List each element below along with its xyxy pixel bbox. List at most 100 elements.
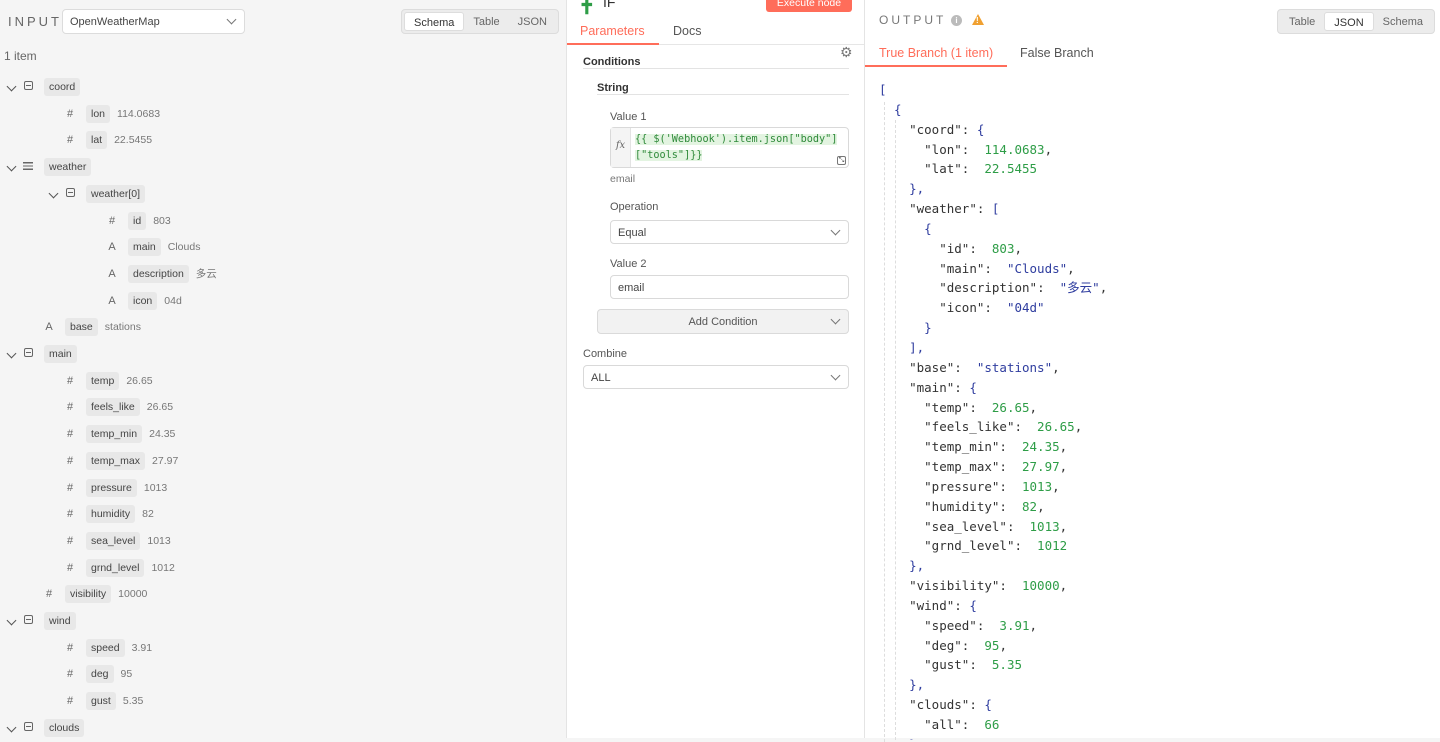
expand-toggle[interactable] xyxy=(6,722,22,734)
schema-key[interactable]: gust xyxy=(86,692,116,711)
schema-key[interactable]: temp xyxy=(86,371,120,390)
combine-label: Combine xyxy=(583,348,628,360)
schema-value: 1013 xyxy=(143,481,168,494)
schema-key[interactable]: coord xyxy=(44,78,81,96)
schema-row: Aicon 04d xyxy=(92,291,182,311)
combine-select[interactable]: ALL xyxy=(583,365,849,389)
schema-key[interactable]: pressure xyxy=(86,478,137,497)
schema-key[interactable]: description xyxy=(128,264,189,283)
info-icon[interactable]: i xyxy=(951,15,962,26)
json-line: "sea_level": 1013, xyxy=(924,518,1068,534)
node-parameters-panel: ╋ IF Execute node Parameters Docs ⚙ Cond… xyxy=(566,0,865,738)
expand-editor-icon[interactable]: ⤡ xyxy=(837,156,846,165)
input-view-schema[interactable]: Schema xyxy=(404,12,465,31)
schema-row[interactable]: coord xyxy=(6,77,81,97)
json-line: "feels_like": 26.65, xyxy=(924,419,1083,435)
schema-row: # temp_max 27.97 xyxy=(50,451,178,471)
schema-row[interactable]: weather[0] xyxy=(48,184,146,204)
schema-key[interactable]: temp_max xyxy=(86,451,146,470)
schema-key[interactable]: deg xyxy=(86,665,114,684)
chevron-down-icon[interactable] xyxy=(48,188,59,199)
chevron-down-icon[interactable] xyxy=(6,722,17,733)
schema-key[interactable]: visibility xyxy=(65,585,112,604)
value1-label: Value 1 xyxy=(610,111,647,123)
schema-key[interactable]: sea_level xyxy=(86,531,141,550)
schema-key[interactable]: clouds xyxy=(44,718,85,737)
schema-key[interactable]: base xyxy=(65,318,98,337)
output-view-table[interactable]: Table xyxy=(1280,12,1324,31)
schema-key[interactable]: weather xyxy=(44,158,92,177)
schema-row: # humidity 82 xyxy=(50,504,154,524)
schema-row[interactable]: wind xyxy=(6,611,76,631)
json-line: "main": "Clouds", xyxy=(939,260,1075,276)
active-tab-indicator xyxy=(567,43,659,45)
json-line: "coord": { xyxy=(909,121,985,137)
json-line: "speed": 3.91, xyxy=(924,617,1038,633)
warning-icon[interactable]: ! xyxy=(972,14,984,25)
value1-expression[interactable]: {{ $('Webhook').item.json["body"] ["tools… xyxy=(635,132,843,164)
schema-value: 1013 xyxy=(147,534,171,547)
add-condition-button[interactable]: Add Condition xyxy=(597,309,849,334)
json-line: "humidity": 82, xyxy=(924,498,1045,514)
value1-expression-field[interactable]: fx {{ $('Webhook').item.json["body"] ["to… xyxy=(610,127,849,168)
value1-hint: email xyxy=(610,173,636,185)
schema-key[interactable]: humidity xyxy=(86,505,136,524)
tab-parameters[interactable]: Parameters xyxy=(580,24,645,38)
expand-toggle[interactable] xyxy=(6,615,22,627)
chevron-down-icon[interactable] xyxy=(6,615,17,626)
chevron-down-icon xyxy=(226,14,237,25)
output-title: OUTPUT xyxy=(879,13,947,27)
input-source-select[interactable]: OpenWeatherMap xyxy=(62,9,245,34)
string-heading: String xyxy=(597,82,629,94)
schema-key[interactable]: grnd_level xyxy=(86,558,145,577)
input-panel: INPUT OpenWeatherMap Schema Table JSON 1… xyxy=(0,0,566,738)
operation-select[interactable]: Equal xyxy=(610,220,849,244)
gear-icon[interactable]: ⚙ xyxy=(840,44,853,61)
expand-toggle[interactable] xyxy=(6,161,22,173)
schema-key[interactable]: main xyxy=(44,345,77,363)
schema-value: Clouds xyxy=(167,241,201,254)
schema-key[interactable]: lat xyxy=(86,131,108,150)
schema-key[interactable]: feels_like xyxy=(86,398,140,417)
schema-key[interactable]: main xyxy=(128,238,161,257)
chevron-down-icon[interactable] xyxy=(6,161,17,172)
object-type-icon xyxy=(22,615,34,627)
json-line: "temp_max": 27.97, xyxy=(924,459,1068,475)
tab-true-branch[interactable]: True Branch (1 item) xyxy=(879,46,993,60)
json-line: "weather": [ xyxy=(909,201,1000,217)
schema-key[interactable]: wind xyxy=(44,612,76,630)
chevron-down-icon[interactable] xyxy=(6,81,17,92)
schema-row[interactable]: weather xyxy=(6,157,92,177)
tab-false-branch[interactable]: False Branch xyxy=(1020,46,1094,60)
json-output: [ { "coord": { "lon": 114.0683, "lat": 2… xyxy=(879,80,1419,740)
expand-toggle[interactable] xyxy=(6,348,22,360)
number-type-icon: # xyxy=(66,508,74,521)
schema-value: 114.0683 xyxy=(117,107,161,120)
schema-key[interactable]: lon xyxy=(86,104,111,123)
input-view-json[interactable]: JSON xyxy=(509,12,556,31)
number-type-icon: # xyxy=(45,588,53,601)
schema-row[interactable]: main xyxy=(6,344,77,364)
schema-key[interactable]: speed xyxy=(86,638,125,657)
schema-key[interactable]: icon xyxy=(128,291,158,310)
schema-key[interactable]: id xyxy=(128,211,147,230)
active-branch-indicator xyxy=(865,65,1007,67)
json-line: "temp": 26.65, xyxy=(924,399,1038,415)
string-type-icon: A xyxy=(108,267,116,280)
output-view-json[interactable]: JSON xyxy=(1324,12,1374,31)
node-name[interactable]: IF xyxy=(603,0,615,10)
chevron-down-icon[interactable] xyxy=(6,348,17,359)
output-view-schema[interactable]: Schema xyxy=(1374,12,1432,31)
execute-node-button[interactable]: Execute node xyxy=(766,0,852,12)
expand-toggle[interactable] xyxy=(6,81,22,93)
tab-docs[interactable]: Docs xyxy=(673,24,701,38)
input-view-table[interactable]: Table xyxy=(464,12,508,31)
expand-toggle[interactable] xyxy=(48,188,64,200)
schema-key[interactable]: temp_min xyxy=(86,425,143,444)
schema-value: 95 xyxy=(120,668,133,681)
if-node-icon: ╋ xyxy=(582,0,592,14)
schema-key[interactable]: weather[0] xyxy=(86,184,146,203)
value2-input[interactable]: email xyxy=(610,275,849,299)
schema-row[interactable]: clouds xyxy=(6,718,85,738)
schema-row: # temp 26.65 xyxy=(50,371,153,391)
